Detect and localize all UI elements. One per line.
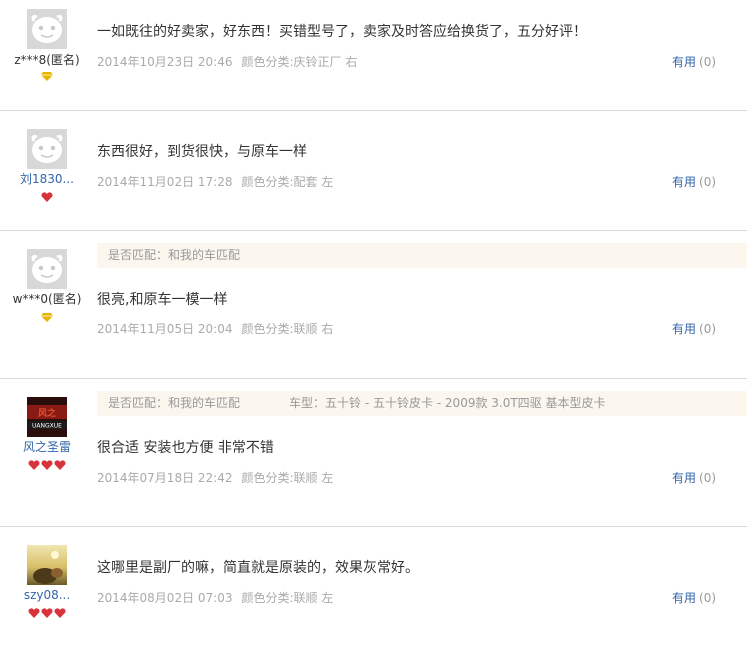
user-level-badges: [0, 72, 94, 81]
default-avatar-icon[interactable]: [27, 129, 67, 169]
user-level-badges: [0, 192, 94, 202]
username[interactable]: szy08...: [0, 588, 94, 602]
helpful-count: (0): [699, 175, 717, 189]
review-meta: 2014年11月05日 20:04 颜色分类:联顺 右: [97, 322, 333, 336]
red-heart-icon: [41, 608, 53, 618]
user-level-badges: [0, 313, 94, 322]
review-text: 东西很好，到货很快，与原车一样: [97, 144, 307, 160]
red-heart-icon: [54, 460, 66, 470]
helpful-label[interactable]: 有用: [672, 55, 696, 69]
review-date: 2014年11月05日 20:04: [97, 322, 233, 336]
review-text: 这哪里是副厂的嘛，简直就是原装的，效果灰常好。: [97, 560, 419, 576]
red-heart-icon: [41, 460, 53, 470]
helpful-count: (0): [699, 591, 717, 605]
default-avatar-icon[interactable]: [27, 249, 67, 289]
red-heart-icon: [41, 192, 53, 202]
review-text: 一如既往的好卖家，好东西！买错型号了，卖家及时答应给换货了，五分好评！: [97, 24, 587, 40]
sku-info: 颜色分类:配套 左: [241, 175, 334, 189]
helpful-button[interactable]: 有用 (0): [672, 175, 732, 189]
red-heart-icon: [54, 608, 66, 618]
review-item: szy08... 这哪里是副厂的嘛，简直就是原装的，效果灰常好。 2014年08…: [0, 527, 747, 645]
sku-info: 颜色分类:联顺 左: [241, 471, 334, 485]
review-date: 2014年11月02日 17:28: [97, 175, 233, 189]
default-avatar-icon[interactable]: [27, 9, 67, 49]
match-info-bar: 是否匹配：和我的车匹配 车型：五十铃 - 五十铃皮卡 - 2009款 3.0T四…: [97, 391, 747, 416]
username[interactable]: 风之圣雷: [0, 440, 94, 454]
helpful-button[interactable]: 有用 (0): [672, 55, 732, 69]
match-status: 是否匹配：和我的车匹配: [108, 396, 241, 410]
review-meta: 2014年08月02日 07:03 颜色分类:联顺 左: [97, 591, 333, 605]
review-date: 2014年08月02日 07:03: [97, 591, 233, 605]
helpful-button[interactable]: 有用 (0): [672, 471, 732, 485]
custom-avatar-photo[interactable]: [27, 545, 67, 585]
avatar-text: UANGXUE: [32, 423, 62, 430]
helpful-count: (0): [699, 471, 717, 485]
helpful-button[interactable]: 有用 (0): [672, 591, 732, 605]
match-info-bar: 是否匹配：和我的车匹配: [97, 243, 747, 268]
helpful-label[interactable]: 有用: [672, 322, 696, 336]
custom-avatar-dark-red[interactable]: 风之 UANGXUE: [27, 397, 67, 437]
review-date: 2014年10月23日 20:46: [97, 55, 233, 69]
review-meta: 2014年10月23日 20:46 颜色分类:庆铃正厂 右: [97, 55, 357, 69]
review-text: 很亮,和原车一模一样: [97, 292, 228, 308]
review-meta: 2014年07月18日 22:42 颜色分类:联顺 左: [97, 471, 333, 485]
svg-text:风之: 风之: [38, 407, 56, 419]
gold-diamond-icon: [41, 313, 53, 322]
sku-info: 颜色分类:庆铃正厂 右: [241, 55, 358, 69]
review-item: 刘1830... 东西很好，到货很快，与原车一样 2014年11月02日 17:…: [0, 111, 747, 231]
sku-info: 颜色分类:联顺 左: [241, 591, 334, 605]
username[interactable]: 刘1830...: [0, 172, 94, 186]
username: z***8(匿名): [14, 53, 80, 67]
red-heart-icon: [28, 608, 40, 618]
user-level-badges: [0, 460, 94, 470]
review-date: 2014年07月18日 22:42: [97, 471, 233, 485]
helpful-label[interactable]: 有用: [672, 175, 696, 189]
review-item: z***8(匿名) 一如既往的好卖家，好东西！买错型号了，卖家及时答应给换货了，…: [0, 0, 747, 111]
car-model: 车型：五十铃 - 五十铃皮卡 - 2009款 3.0T四驱 基本型皮卡: [289, 396, 606, 410]
gold-diamond-icon: [41, 72, 53, 81]
username: w***0(匿名): [12, 292, 82, 306]
review-item: 风之 UANGXUE 风之圣雷 是否匹配：和我的车匹配 车型：五十铃 - 五十铃…: [0, 379, 747, 527]
review-meta: 2014年11月02日 17:28 颜色分类:配套 左: [97, 175, 333, 189]
helpful-count: (0): [699, 322, 717, 336]
helpful-count: (0): [699, 55, 717, 69]
review-text: 很合适 安装也方便 非常不错: [97, 440, 274, 456]
red-heart-icon: [28, 460, 40, 470]
helpful-button[interactable]: 有用 (0): [672, 322, 732, 336]
review-item: w***0(匿名) 是否匹配：和我的车匹配 很亮,和原车一模一样 2014年11…: [0, 231, 747, 379]
helpful-label[interactable]: 有用: [672, 591, 696, 605]
user-level-badges: [0, 608, 94, 618]
match-status: 是否匹配：和我的车匹配: [108, 248, 241, 262]
helpful-label[interactable]: 有用: [672, 471, 696, 485]
sku-info: 颜色分类:联顺 右: [241, 322, 334, 336]
